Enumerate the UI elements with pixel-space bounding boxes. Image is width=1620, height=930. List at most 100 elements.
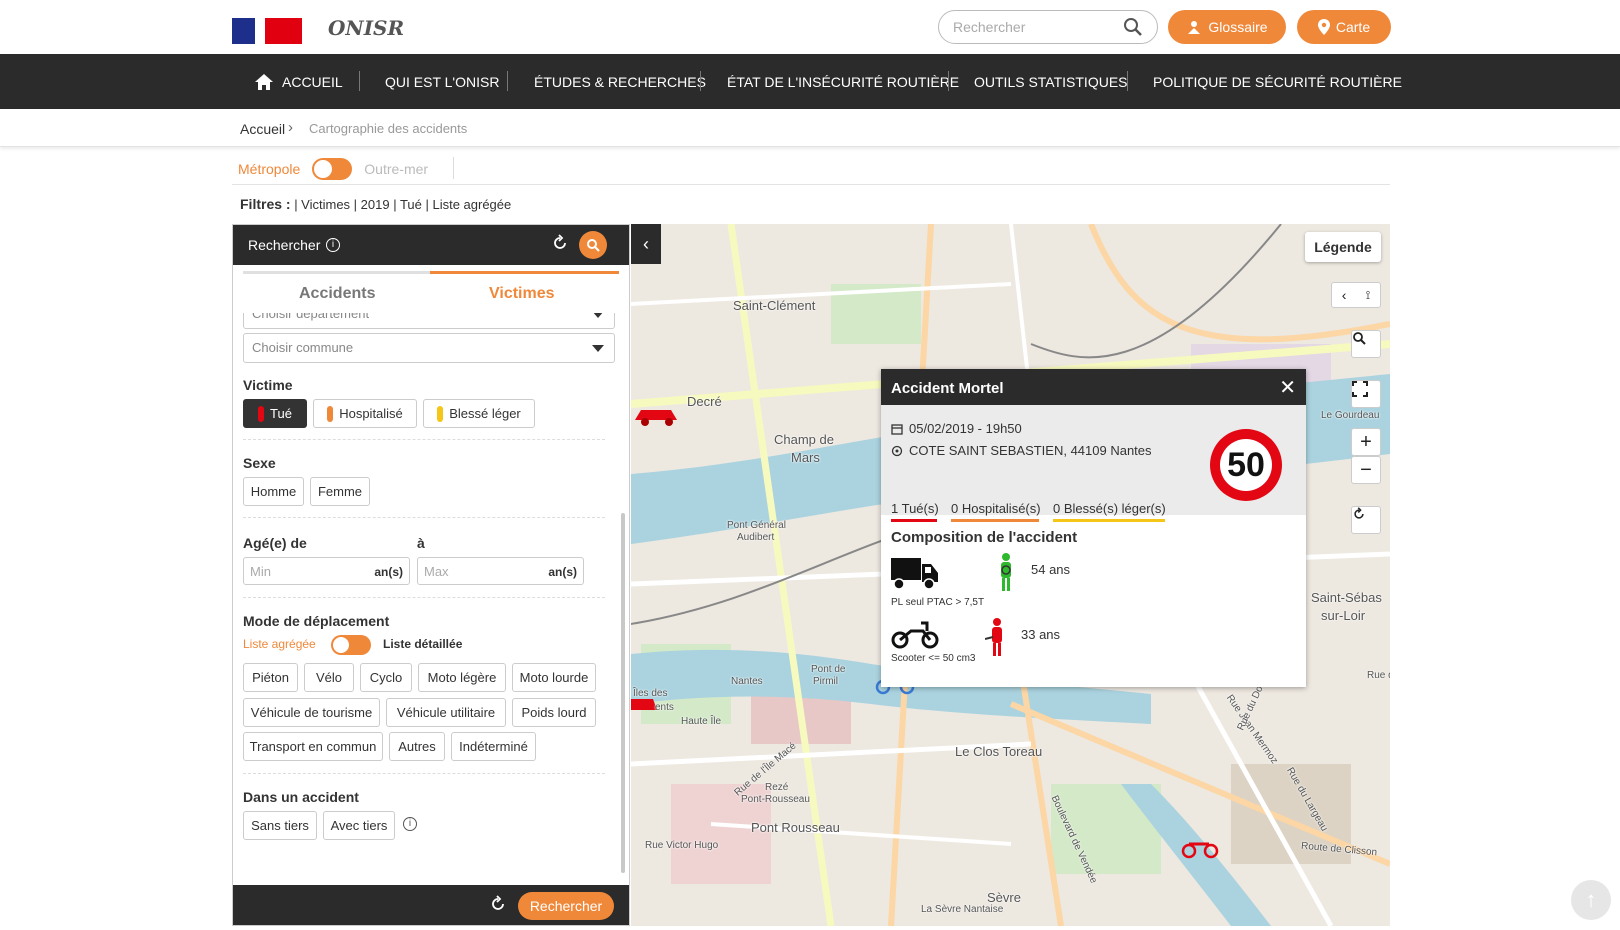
info-icon[interactable]: i	[403, 817, 417, 831]
victime-blesse-leger-chip[interactable]: Blessé léger	[423, 399, 535, 428]
sexe-homme-chip[interactable]: Homme	[243, 477, 304, 506]
map-label: Rezé	[765, 782, 789, 793]
map-reset-button[interactable]	[1351, 506, 1381, 534]
mode-indetermine-chip[interactable]: Indéterminé	[451, 732, 536, 761]
rechercher-button[interactable]: Rechercher	[518, 892, 614, 920]
mode-moto-lourde-label: Moto lourde	[519, 670, 589, 685]
mode-poids-lourd-chip[interactable]: Poids lourd	[512, 698, 596, 727]
search-icon	[587, 239, 600, 252]
region-toggle[interactable]	[312, 158, 353, 180]
map-label: Pirmil	[813, 676, 838, 687]
avec-tiers-chip[interactable]: Avec tiers	[323, 811, 395, 840]
mode-toggle-right-label[interactable]: Liste détaillée	[383, 637, 462, 651]
mode-moto-lourde-chip[interactable]: Moto lourde	[512, 663, 596, 692]
filters-scroll-area[interactable]: Choisir département Choisir commune Vict…	[233, 313, 629, 883]
nav-etat-insecurite[interactable]: ÉTAT DE L'INSÉCURITÉ ROUTIÈRE	[727, 54, 959, 109]
region-metropole-label[interactable]: Métropole	[238, 161, 300, 177]
mode-moto-legere-chip[interactable]: Moto légère	[418, 663, 506, 692]
mode-velo-chip[interactable]: Vélo	[304, 663, 354, 692]
fullscreen-button[interactable]	[1351, 380, 1381, 408]
reset-icon[interactable]	[489, 895, 507, 913]
age-min-placeholder: Min	[250, 564, 271, 579]
victime-tue-chip[interactable]: Tué	[243, 399, 307, 428]
map-search-button[interactable]	[1351, 330, 1381, 358]
home-icon	[255, 73, 273, 90]
nav-qui-est-onisr[interactable]: QUI EST L'ONISR	[385, 54, 499, 109]
mode-cyclo-chip[interactable]: Cyclo	[360, 663, 412, 692]
tues-underline	[891, 519, 937, 522]
mode-indetermine-label: Indéterminé	[459, 739, 528, 754]
panel-tabs: Accidents Victimes	[243, 271, 619, 307]
mode-autres-chip[interactable]: Autres	[389, 732, 445, 761]
carte-button[interactable]: Carte	[1297, 10, 1391, 44]
mode-transport-commun-chip[interactable]: Transport en commun	[243, 732, 383, 761]
accident-address-row: COTE SAINT SEBASTIEN, 44109 Nantes	[891, 443, 1152, 458]
map-side-controls[interactable]: ‹ ⟟	[1331, 282, 1381, 308]
map-label: Rue du	[1367, 670, 1390, 681]
map-label: Pont de	[811, 664, 846, 675]
search-icon[interactable]	[1123, 17, 1143, 37]
close-icon[interactable]: ✕	[1279, 375, 1296, 400]
marianne-logo[interactable]	[232, 18, 302, 44]
departement-select-placeholder: Choisir département	[252, 313, 370, 321]
vehicle-2-person-age: 33 ans	[1021, 627, 1061, 642]
tab-victimes[interactable]: Victimes	[489, 285, 555, 303]
victime-blesse-leger-label: Blessé léger	[449, 406, 521, 421]
accident-date-row: 05/02/2019 - 19h50	[891, 421, 1022, 436]
tab-accidents[interactable]: Accidents	[299, 285, 375, 303]
caret-down-icon	[592, 313, 604, 318]
accident-popup: Accident Mortel ✕ 05/02/2019 - 19h50 COT…	[881, 369, 1306, 687]
map-label: Le Clos Toreau	[955, 744, 1043, 759]
panel-scrollbar[interactable]	[621, 513, 625, 873]
nav-etudes[interactable]: ÉTUDES & RECHERCHES	[534, 54, 706, 109]
site-search-input[interactable]	[953, 19, 1113, 35]
mode-list-toggle[interactable]	[331, 635, 371, 655]
mode-transport-commun-label: Transport en commun	[249, 739, 377, 754]
hospitalises-underline	[951, 519, 1039, 522]
site-search[interactable]	[938, 10, 1158, 44]
calendar-icon	[891, 423, 903, 435]
mode-vehicule-utilitaire-chip[interactable]: Véhicule utilitaire	[386, 698, 506, 727]
map-label: ents	[655, 702, 674, 713]
panel-search-button[interactable]	[579, 231, 607, 259]
zoom-in-button[interactable]: +	[1351, 428, 1381, 456]
zoom-out-button[interactable]: −	[1351, 456, 1381, 484]
departement-select[interactable]: Choisir département	[243, 313, 615, 329]
person-light-injury-icon	[437, 405, 444, 422]
map-label: Rue Victor Hugo	[645, 840, 719, 851]
mode-vehicule-tourisme-chip[interactable]: Véhicule de tourisme	[243, 698, 380, 727]
legende-button[interactable]: Légende	[1305, 232, 1381, 262]
map-label: Nantes	[731, 676, 763, 687]
mode-pieton-chip[interactable]: Piéton	[243, 663, 298, 692]
nav-politique[interactable]: POLITIQUE DE SÉCURITÉ ROUTIÈRE	[1153, 54, 1402, 109]
age-min-input[interactable]: Min an(s)	[243, 557, 410, 585]
scroll-to-top-button[interactable]: ↑	[1571, 880, 1611, 920]
divider	[243, 773, 605, 774]
zoom-out-label: −	[1360, 458, 1372, 481]
nav-accueil[interactable]: ACCUEIL	[254, 54, 343, 109]
sexe-femme-chip[interactable]: Femme	[310, 477, 370, 506]
tab-underline-active	[430, 271, 619, 274]
region-outremer-label[interactable]: Outre-mer	[364, 161, 428, 177]
sans-tiers-chip[interactable]: Sans tiers	[243, 811, 317, 840]
accessibility-icon[interactable]: ⟟	[1366, 288, 1370, 303]
nav-divider	[359, 71, 360, 91]
age-max-input[interactable]: Max an(s)	[417, 557, 584, 585]
active-filters: Filtres : | Victimes | 2019 | Tué | List…	[240, 196, 511, 212]
chevron-left-icon[interactable]: ‹	[1342, 287, 1347, 303]
collapse-panel-button[interactable]: ‹	[631, 224, 661, 264]
mode-toggle-left-label[interactable]: Liste agrégée	[243, 637, 316, 651]
age-from-label: Agé(e) de	[243, 535, 307, 551]
glossaire-button[interactable]: Glossaire	[1168, 10, 1286, 44]
main-navigation: ACCUEIL QUI EST L'ONISR ÉTUDES & RECHERC…	[0, 54, 1620, 109]
breadcrumb-home[interactable]: Accueil	[240, 121, 285, 137]
onisr-logo[interactable]: ONISR	[328, 16, 404, 40]
victime-hospitalise-chip[interactable]: Hospitalisé	[313, 399, 417, 428]
info-icon[interactable]: i	[326, 238, 340, 252]
commune-select[interactable]: Choisir commune	[243, 333, 615, 363]
person-hospitalized-icon	[327, 405, 334, 422]
nav-outils-statistiques[interactable]: OUTILS STATISTIQUES	[974, 54, 1128, 109]
commune-select-placeholder: Choisir commune	[252, 340, 354, 355]
map-label: Decré	[687, 394, 722, 409]
reset-icon[interactable]	[551, 234, 569, 252]
